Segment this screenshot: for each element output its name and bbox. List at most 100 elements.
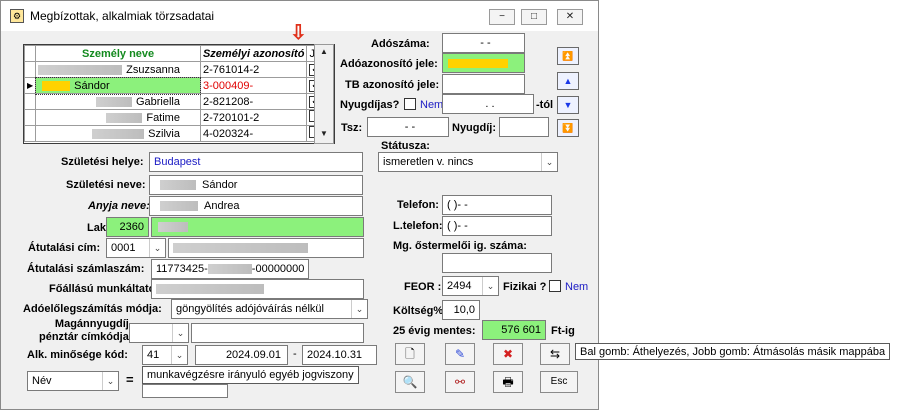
szuletesi-helye-field[interactable]: Budapest <box>149 152 363 172</box>
col-header-name[interactable]: Személy neve <box>35 45 201 62</box>
chevron-down-icon[interactable]: ⌄ <box>102 372 118 390</box>
nav-first-icon[interactable]: ⏫ <box>557 47 579 65</box>
chevron-down-icon[interactable]: ⌄ <box>171 346 187 364</box>
nav-last-icon[interactable]: ⏬ <box>557 119 579 137</box>
close-button[interactable]: ✕ <box>557 9 583 25</box>
nyugdij-field[interactable] <box>499 117 549 137</box>
nav-prev-icon[interactable]: ▲ <box>557 72 579 90</box>
fizikai-checkbox[interactable] <box>549 280 561 292</box>
person-grid[interactable]: Személy neve Személyi azonosító Jel Zsuz… <box>23 44 335 144</box>
chevron-down-icon[interactable]: ⌄ <box>541 153 557 171</box>
chevron-down-icon[interactable]: ⌄ <box>351 300 367 318</box>
mg-ostermeloi-field[interactable] <box>442 253 552 273</box>
sort-field-select[interactable]: Név ⌄ <box>27 371 119 391</box>
magannyugdij-field[interactable] <box>191 323 364 343</box>
row-indicator <box>23 109 37 126</box>
lakcim-field[interactable] <box>151 217 364 237</box>
table-row[interactable]: Zsuzsanna2-761014-2✓ <box>23 61 328 78</box>
szuletesi-helye-label: Születési helye: <box>61 156 144 168</box>
chevron-down-icon[interactable]: ⌄ <box>482 277 498 295</box>
chevron-down-icon[interactable]: ⌄ <box>172 324 188 342</box>
statusza-select[interactable]: ismeretlen v. nincs ⌄ <box>378 152 558 172</box>
cell-id[interactable]: 2-720101-2 <box>199 109 308 126</box>
redacted-bar <box>156 284 264 295</box>
cell-name[interactable]: Zsuzsanna <box>35 61 201 78</box>
table-row[interactable]: Szilvia 4-020324- <box>23 125 328 142</box>
anyja-neve-field[interactable]: Andrea <box>149 196 363 216</box>
grid-scrollbar[interactable]: ▲ ▼ <box>314 44 334 144</box>
row-name: Szilvia <box>148 127 180 140</box>
koltseg-field[interactable]: 10,0 <box>442 300 480 320</box>
binoculars-button[interactable]: ⚯ <box>445 371 475 393</box>
row-indicator: ▶ <box>23 77 37 94</box>
fofoglalkozasu-field[interactable] <box>151 279 364 299</box>
tol-label: -tól <box>536 99 554 111</box>
print-button[interactable]: 🖶 <box>493 371 523 393</box>
feor-select[interactable]: 2494 ⌄ <box>442 276 499 296</box>
adoszama-field[interactable]: - - <box>442 33 525 53</box>
table-row[interactable]: Gabriella2-821208-✓ <box>23 93 328 110</box>
redacted-bar <box>160 201 198 212</box>
nyugdijas-label: Nyugdíjas? <box>340 99 400 111</box>
row-name: Gabriella <box>135 95 180 108</box>
atutalasi-cim-field[interactable] <box>168 238 364 258</box>
table-row[interactable]: Fatime 2-720101-2 <box>23 109 328 126</box>
cell-id[interactable]: 2-761014-2 <box>199 61 308 78</box>
maximize-button[interactable]: □ <box>521 9 547 25</box>
anyja-neve-value: Andrea <box>204 200 240 212</box>
koltseg-label: Költség%: <box>393 305 447 317</box>
magannyugdij-select[interactable]: ⌄ <box>129 323 189 343</box>
evig-mentes-label: 25 évig mentes: <box>393 325 476 337</box>
adoazonosito-field[interactable] <box>442 53 525 73</box>
new-button[interactable]: 🗋 <box>395 343 425 365</box>
atutalasi-szamlaszam-label: Átutalási számlaszám: <box>27 263 145 275</box>
cell-id[interactable]: 3-000409- <box>199 77 308 94</box>
scroll-up-icon[interactable]: ▲ <box>317 47 331 59</box>
chevron-down-icon[interactable]: ⌄ <box>149 239 165 257</box>
col-header-id[interactable]: Személyi azonosító <box>199 45 308 62</box>
edit-button[interactable]: ✎ <box>445 343 475 365</box>
cell-name[interactable]: Sándor <box>34 76 202 95</box>
table-row[interactable]: ▶Sándor3-000409-✓ <box>23 76 328 95</box>
alk-minoseg-label: Alk. minősége kód: <box>27 349 128 361</box>
scroll-down-icon[interactable]: ▼ <box>317 129 331 141</box>
cell-name[interactable]: Gabriella <box>35 93 201 110</box>
alk-kod-select[interactable]: 41 ⌄ <box>142 345 188 365</box>
telefon-field[interactable]: ( )- - <box>442 195 552 215</box>
row-name: Zsuzsanna <box>126 63 180 76</box>
cell-id[interactable]: 2-821208- <box>199 93 308 110</box>
tb-azonosito-field[interactable] <box>442 74 525 94</box>
delete-icon: ✖ <box>502 347 514 361</box>
cell-name[interactable]: Fatime <box>35 109 201 126</box>
redacted-bar <box>207 264 252 275</box>
exit-button[interactable]: Esc <box>540 371 578 393</box>
search-field[interactable] <box>142 384 228 398</box>
find-button[interactable]: 🔍 <box>395 371 425 393</box>
redacted-bar <box>38 64 123 75</box>
adoeloleg-select[interactable]: göngyölítés adójóváírás nélkül ⌄ <box>171 299 368 319</box>
nyugdijas-checkbox[interactable] <box>404 98 416 110</box>
redacted-bar <box>42 80 71 91</box>
nav-next-icon[interactable]: ▼ <box>557 96 579 114</box>
minimize-button[interactable]: − <box>489 9 515 25</box>
adoazonosito-label: Adóazonosító jele: <box>340 58 438 70</box>
tsz-field[interactable]: - - <box>367 117 449 137</box>
app-icon: ⚙ <box>10 9 24 23</box>
szamlaszam-field[interactable]: 11773425- -00000000 <box>151 259 309 279</box>
atutalasi-cim-select[interactable]: 0001 ⌄ <box>106 238 166 258</box>
nyugdijas-date-field[interactable]: . . <box>442 94 534 114</box>
move-button[interactable]: ⇆ <box>540 343 570 365</box>
date-to-field[interactable]: 2024.10.31 <box>302 345 377 365</box>
cell-name[interactable]: Szilvia <box>35 125 201 142</box>
adoeloleg-label: Adóelőlegszámítás módja: <box>23 303 162 315</box>
ltelefon-field[interactable]: ( )- - <box>442 216 552 236</box>
date-from-field[interactable]: 2024.09.01 <box>195 345 288 365</box>
adoszama-label: Adószáma: <box>371 38 430 50</box>
fizikai-label: Fizikai ? <box>503 281 547 293</box>
evig-mentes-field[interactable]: 576 601 <box>482 320 546 340</box>
delete-button[interactable]: ✖ <box>493 343 523 365</box>
szuletesi-neve-field[interactable]: Sándor <box>149 175 363 195</box>
cell-id[interactable]: 4-020324- <box>199 125 308 142</box>
move-icon: ⇆ <box>549 347 561 361</box>
lakcim-irsz-field[interactable]: 2360 <box>106 217 149 237</box>
